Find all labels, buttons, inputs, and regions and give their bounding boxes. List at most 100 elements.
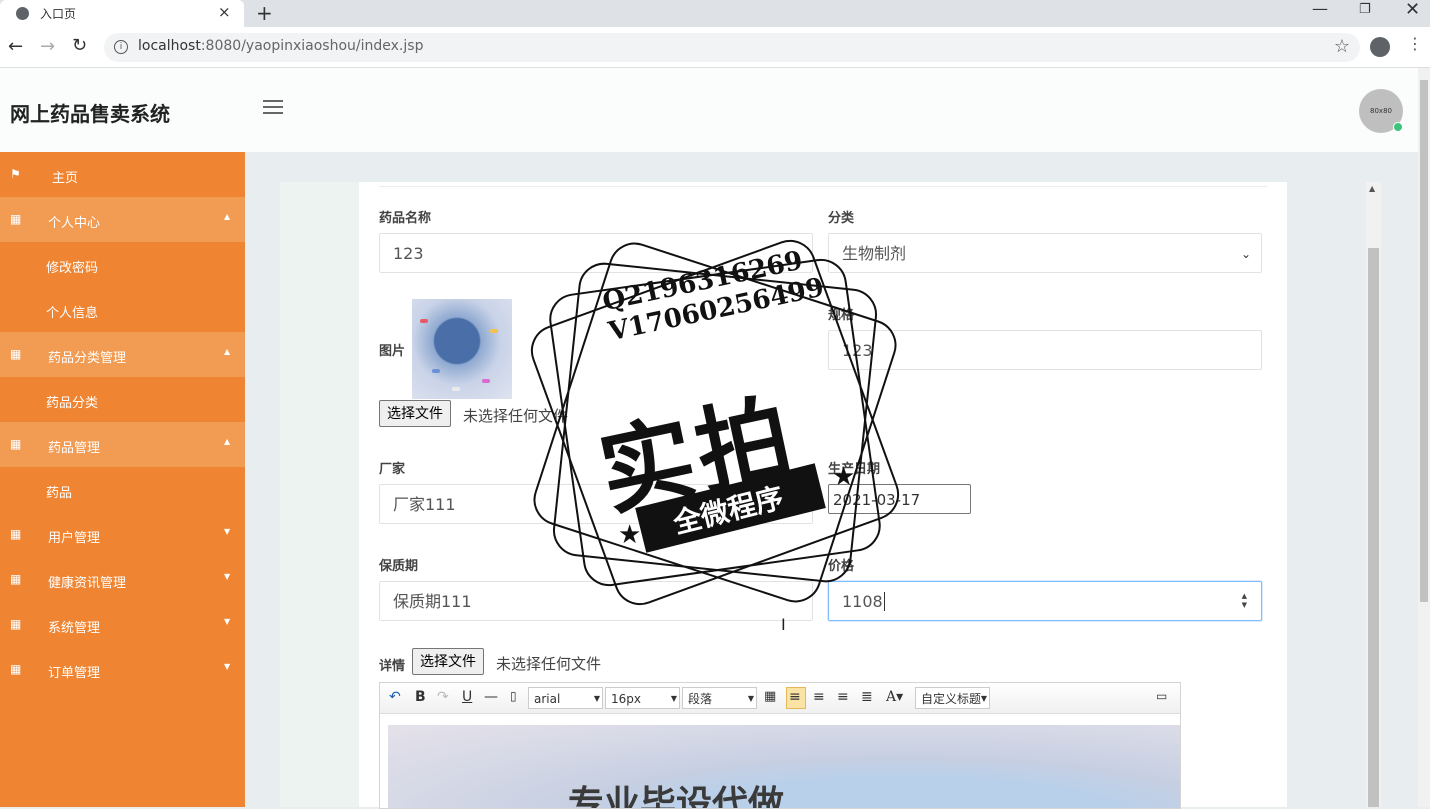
chevron-down-icon: ⌄ bbox=[1240, 247, 1251, 261]
paragraph-select[interactable]: 段落 ▼ bbox=[682, 687, 757, 709]
url-text[interactable]: localhost:8080/yaopinxiaoshou/index.jsp bbox=[138, 38, 423, 54]
font-size-value: 16px bbox=[611, 692, 641, 706]
caret-down-icon: ▼ bbox=[224, 527, 231, 536]
address-bar[interactable]: i localhost:8080/yaopinxiaoshou/index.js… bbox=[104, 33, 1360, 62]
sidebar-item-label: 个人中心 bbox=[48, 216, 101, 231]
grid-icon: ▦ bbox=[10, 572, 22, 586]
sidebar-item-category-management[interactable]: ▦ 药品分类管理 ▲ bbox=[0, 332, 245, 377]
star-icon: ★ bbox=[832, 462, 856, 492]
page-scroll-thumb[interactable] bbox=[1420, 80, 1428, 602]
rich-text-editor[interactable]: ↶ B ↷ U — ▯ arial ▼ 16px ▼ 段落 ▼ ▦ ≡ ≡ ≡ ≣ A… bbox=[379, 682, 1181, 809]
detail-file-status: 未选择任何文件 bbox=[496, 655, 602, 673]
caret-up-icon: ▲ bbox=[224, 347, 231, 356]
maker-label: 厂家 bbox=[379, 462, 406, 477]
caret-down-icon: ▼ bbox=[224, 572, 231, 581]
new-tab-icon[interactable]: + bbox=[256, 1, 273, 25]
content-scrollbar[interactable]: ▲ bbox=[1366, 182, 1381, 807]
detail-label: 详情 bbox=[379, 659, 406, 674]
detail-file-button[interactable]: 选择文件 bbox=[412, 648, 484, 675]
document-icon[interactable]: ▯ bbox=[510, 689, 517, 703]
sidebar-item-label: 药品管理 bbox=[48, 441, 101, 456]
font-size-select[interactable]: 16px ▼ bbox=[605, 687, 680, 709]
dropdown-arrow-icon: ▼ bbox=[593, 694, 600, 703]
sidebar-item-label: 系统管理 bbox=[48, 621, 101, 636]
hamburger-icon[interactable] bbox=[263, 100, 283, 118]
align-right-icon[interactable]: ≡ bbox=[813, 689, 825, 705]
forward-icon[interactable]: → bbox=[40, 36, 55, 57]
sidebar: ⚑ 主页 ▦ 个人中心 ▲ 修改密码 个人信息 ▦ 药品分类管理 ▲ 药品分类 … bbox=[0, 152, 245, 807]
undo-icon[interactable]: ↶ bbox=[389, 689, 401, 705]
custom-title-value: 自定义标题 bbox=[921, 692, 982, 706]
app-header: 网上药品售卖系统 80x80 bbox=[0, 68, 1418, 152]
browser-tab-bar: 入口页 × + — ❐ ✕ bbox=[0, 0, 1430, 27]
flag-icon: ⚑ bbox=[10, 167, 21, 181]
caret-down-icon: ▼ bbox=[224, 617, 231, 626]
info-icon[interactable]: i bbox=[114, 40, 128, 54]
image-label: 图片 bbox=[379, 344, 406, 359]
restore-icon[interactable]: ❐ bbox=[1359, 2, 1371, 17]
sidebar-item-label: 主页 bbox=[52, 171, 79, 186]
sidebar-item-change-password[interactable]: 修改密码 bbox=[0, 242, 245, 287]
browser-toolbar: ← → ↻ i localhost:8080/yaopinxiaoshou/in… bbox=[0, 27, 1430, 68]
browser-tab[interactable]: 入口页 × bbox=[0, 0, 244, 27]
divider bbox=[379, 186, 1267, 187]
grid-icon: ▦ bbox=[10, 347, 22, 361]
profile-icon[interactable] bbox=[1370, 37, 1390, 57]
pill-decoration bbox=[490, 329, 498, 333]
star-icon: ★ bbox=[618, 520, 642, 550]
table-icon[interactable]: ▦ bbox=[764, 689, 776, 704]
font-family-select[interactable]: arial ▼ bbox=[528, 687, 603, 709]
sidebar-item-order-management[interactable]: ▦ 订单管理 ▼ bbox=[0, 647, 245, 692]
grid-icon: ▦ bbox=[10, 212, 22, 226]
shelf-life-label: 保质期 bbox=[379, 559, 419, 574]
underline-icon[interactable]: U bbox=[462, 689, 472, 705]
align-justify-icon[interactable]: ≣ bbox=[861, 689, 873, 705]
sidebar-item-profile[interactable]: 个人信息 bbox=[0, 287, 245, 332]
sidebar-item-health-news[interactable]: ▦ 健康资讯管理 ▼ bbox=[0, 557, 245, 602]
font-color-icon[interactable]: A▾ bbox=[886, 689, 903, 705]
drug-image bbox=[412, 299, 512, 399]
star-icon[interactable]: ☆ bbox=[1334, 36, 1350, 57]
custom-title-select[interactable]: 自定义标题 ▼ bbox=[915, 687, 990, 709]
minimize-icon[interactable]: — bbox=[1312, 0, 1328, 18]
font-family-value: arial bbox=[534, 692, 561, 706]
sidebar-item-user-management[interactable]: ▦ 用户管理 ▼ bbox=[0, 512, 245, 557]
sidebar-item-label: 药品 bbox=[46, 486, 73, 501]
caret-down-icon: ▼ bbox=[224, 662, 231, 671]
stepper-icon[interactable]: ▲ ▼ bbox=[1242, 592, 1247, 610]
grid-icon: ▦ bbox=[10, 437, 22, 451]
back-icon[interactable]: ← bbox=[8, 36, 23, 57]
name-label: 药品名称 bbox=[379, 211, 432, 226]
sidebar-item-drug[interactable]: 药品 bbox=[0, 467, 245, 512]
sidebar-item-category[interactable]: 药品分类 bbox=[0, 377, 245, 422]
fullscreen-icon[interactable]: ▭ bbox=[1156, 689, 1167, 703]
content-scroll-thumb[interactable] bbox=[1368, 248, 1379, 807]
sidebar-item-label: 个人信息 bbox=[46, 306, 99, 321]
reload-icon[interactable]: ↻ bbox=[72, 35, 87, 56]
category-label: 分类 bbox=[828, 211, 855, 226]
dropdown-arrow-icon: ▼ bbox=[670, 694, 677, 703]
brand-title: 网上药品售卖系统 bbox=[10, 102, 170, 126]
sidebar-item-home[interactable]: ⚑ 主页 bbox=[0, 152, 245, 197]
favicon-icon bbox=[16, 7, 29, 20]
window-close-icon[interactable]: ✕ bbox=[1405, 0, 1420, 20]
scroll-up-icon[interactable]: ▲ bbox=[1369, 184, 1375, 193]
image-file-button[interactable]: 选择文件 bbox=[379, 400, 451, 427]
redo-icon[interactable]: ↷ bbox=[437, 689, 449, 705]
align-center-icon[interactable]: ≡ bbox=[837, 689, 849, 705]
more-icon[interactable]: ⋮ bbox=[1407, 34, 1423, 53]
align-left-icon[interactable]: ≡ bbox=[789, 689, 801, 705]
watermark-stamp: Q2196316269 V17060256499 实拍 全微程序 ★ ★ bbox=[520, 230, 910, 615]
page-scrollbar[interactable] bbox=[1418, 68, 1430, 807]
sidebar-item-personal-center[interactable]: ▦ 个人中心 ▲ bbox=[0, 197, 245, 242]
online-status-dot bbox=[1393, 122, 1403, 132]
grid-icon: ▦ bbox=[10, 617, 22, 631]
editor-content[interactable]: 专业毕设代做 bbox=[388, 725, 1180, 808]
sidebar-item-system-management[interactable]: ▦ 系统管理 ▼ bbox=[0, 602, 245, 647]
bold-icon[interactable]: B bbox=[415, 689, 426, 705]
sidebar-item-drug-management[interactable]: ▦ 药品管理 ▲ bbox=[0, 422, 245, 467]
text-cursor-icon: I bbox=[781, 615, 786, 634]
tab-close-icon[interactable]: × bbox=[218, 3, 231, 21]
horizontal-rule-icon[interactable]: — bbox=[484, 689, 498, 705]
sidebar-item-label: 药品分类管理 bbox=[48, 351, 127, 366]
